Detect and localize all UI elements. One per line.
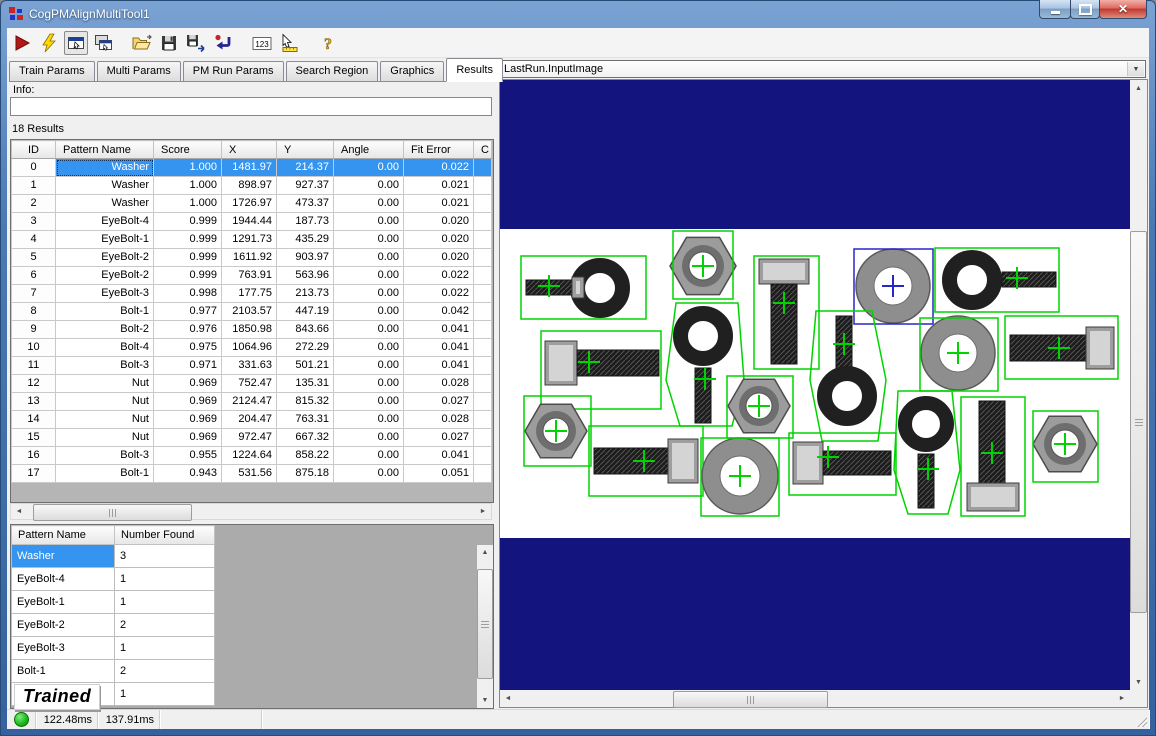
results-grid[interactable]: IDPattern NameScoreXYAngleFit ErrorC0Was… (10, 139, 494, 503)
info-field[interactable] (10, 97, 492, 116)
status-bar: 122.48ms 137.91ms (7, 709, 1149, 729)
results-row[interactable]: 4EyeBolt-10.9991291.73435.290.000.020 (12, 231, 492, 249)
scroll-thumb[interactable] (477, 569, 493, 679)
results-row[interactable]: 9Bolt-20.9761850.98843.660.000.041 (12, 321, 492, 339)
status-total-time: 137.91ms (98, 710, 160, 729)
app-icon (9, 7, 24, 22)
results-row[interactable]: 3EyeBolt-40.9991944.44187.730.000.020 (12, 213, 492, 231)
minimize-icon (1051, 11, 1060, 14)
open-file-icon[interactable] (130, 31, 154, 55)
summary-row[interactable]: EyeBolt-11 (12, 591, 215, 614)
results-column-header[interactable]: Angle (334, 141, 404, 159)
results-row[interactable]: 5EyeBolt-20.9991611.92903.970.000.020 (12, 249, 492, 267)
image-vscrollbar[interactable]: ▲ ▼ (1130, 80, 1147, 690)
tab-train-params[interactable]: Train Params (9, 61, 95, 81)
title-bar[interactable]: CogPMAlignMultiTool1 ✕ (0, 0, 1156, 28)
scroll-left-icon[interactable]: ◄ (500, 690, 516, 707)
window-title: CogPMAlignMultiTool1 (29, 7, 150, 21)
results-row[interactable]: 7EyeBolt-30.998177.75213.730.000.022 (12, 285, 492, 303)
reset-icon[interactable] (211, 31, 235, 55)
results-row[interactable]: 12Nut0.969752.47135.310.000.028 (12, 375, 492, 393)
numeric-format-icon[interactable]: 123 (250, 31, 274, 55)
close-button[interactable]: ✕ (1099, 0, 1147, 19)
status-run-time: 122.48ms (36, 710, 98, 729)
image-display[interactable] (500, 80, 1130, 690)
show-image-icon[interactable] (64, 31, 88, 55)
tab-pm-run-params[interactable]: PM Run Params (183, 61, 284, 81)
results-hscrollbar[interactable]: ◄ ► (10, 503, 492, 520)
scrollbar-corner (1130, 690, 1147, 707)
window: CogPMAlignMultiTool1 ✕ 123 ? Train Param… (0, 0, 1156, 736)
info-label: Info: (13, 84, 34, 96)
client-area: 123 ? Train ParamsMulti ParamsPM Run Par… (7, 28, 1149, 729)
results-row[interactable]: 2Washer1.0001726.97473.370.000.021 (12, 195, 492, 213)
summary-column-header[interactable]: Pattern Name (12, 526, 115, 545)
scroll-right-icon[interactable]: ► (475, 504, 491, 519)
summary-row[interactable]: EyeBolt-31 (12, 637, 215, 660)
svg-text:123: 123 (255, 39, 269, 48)
summary-grid[interactable]: Pattern NameNumber FoundWasher3EyeBolt-4… (10, 524, 494, 709)
save-icon[interactable] (157, 31, 181, 55)
toolbar: 123 ? (7, 28, 1149, 58)
image-selector[interactable]: LastRun.InputImage ▼ (499, 60, 1146, 78)
chevron-down-icon[interactable]: ▼ (1127, 62, 1144, 76)
results-row[interactable]: 6EyeBolt-20.999763.91563.960.000.022 (12, 267, 492, 285)
results-row[interactable]: 16Bolt-30.9551224.64858.220.000.041 (12, 447, 492, 465)
results-column-header[interactable]: Score (154, 141, 222, 159)
save-as-icon[interactable] (184, 31, 208, 55)
summary-vscrollbar[interactable]: ▲ ▼ (477, 545, 493, 708)
tab-strip: Train ParamsMulti ParamsPM Run ParamsSea… (9, 58, 497, 82)
results-row[interactable]: 11Bolt-30.971331.63501.210.000.041 (12, 357, 492, 375)
image-hscrollbar[interactable]: ◄ ► (500, 690, 1130, 707)
scroll-left-icon[interactable]: ◄ (11, 504, 27, 519)
scroll-thumb[interactable] (673, 691, 828, 708)
results-count-label: 18 Results (12, 123, 64, 135)
tab-results[interactable]: Results (446, 58, 503, 82)
summary-row[interactable]: EyeBolt-22 (12, 614, 215, 637)
results-column-header[interactable]: Pattern Name (56, 141, 154, 159)
measure-icon[interactable] (277, 31, 301, 55)
scroll-thumb[interactable] (33, 504, 192, 521)
tab-graphics[interactable]: Graphics (380, 61, 444, 81)
results-column-header[interactable]: Y (277, 141, 334, 159)
scroll-thumb[interactable] (1130, 231, 1147, 613)
scroll-right-icon[interactable]: ► (1114, 690, 1130, 707)
status-indicator (14, 712, 29, 727)
tab-search-region[interactable]: Search Region (286, 61, 379, 81)
run-icon[interactable] (10, 31, 34, 55)
scroll-down-icon[interactable]: ▼ (477, 693, 493, 708)
results-column-header[interactable]: Fit Error (404, 141, 474, 159)
results-row[interactable]: 10Bolt-40.9751064.96272.290.000.041 (12, 339, 492, 357)
results-row[interactable]: 14Nut0.969204.47763.310.000.028 (12, 411, 492, 429)
results-row[interactable]: 0Washer1.0001481.97214.370.000.022 (12, 159, 492, 177)
results-column-header[interactable]: C (474, 141, 492, 159)
summary-row[interactable]: Bolt-12 (12, 660, 215, 683)
results-row[interactable]: 13Nut0.9692124.47815.320.000.027 (12, 393, 492, 411)
minimize-button[interactable] (1039, 0, 1071, 19)
resize-grip[interactable] (1134, 714, 1147, 727)
results-row[interactable]: 17Bolt-10.943531.56875.180.000.051 (12, 465, 492, 483)
results-row[interactable]: 8Bolt-10.9772103.57447.190.000.042 (12, 303, 492, 321)
summary-row[interactable]: Washer3 (12, 545, 215, 568)
maximize-icon (1079, 4, 1092, 15)
float-image-icon[interactable] (91, 31, 115, 55)
close-icon: ✕ (1118, 2, 1128, 16)
help-icon[interactable]: ? (316, 31, 340, 55)
results-column-header[interactable]: ID (12, 141, 56, 159)
summary-column-header[interactable]: Number Found (115, 526, 215, 545)
results-row[interactable]: 1Washer1.000898.97927.370.000.021 (12, 177, 492, 195)
trained-badge: Trained (14, 684, 100, 710)
scroll-up-icon[interactable]: ▲ (477, 545, 493, 560)
summary-row[interactable]: EyeBolt-41 (12, 568, 215, 591)
image-viewport: ▲ ▼ ◄ ► (499, 79, 1148, 708)
scroll-down-icon[interactable]: ▼ (1130, 674, 1147, 690)
scroll-up-icon[interactable]: ▲ (1130, 80, 1147, 96)
live-run-icon[interactable] (37, 31, 61, 55)
results-column-header[interactable]: X (222, 141, 277, 159)
maximize-button[interactable] (1070, 0, 1100, 19)
results-row[interactable]: 15Nut0.969972.47667.320.000.027 (12, 429, 492, 447)
image-selector-value: LastRun.InputImage (504, 63, 603, 75)
tab-multi-params[interactable]: Multi Params (97, 61, 181, 81)
svg-text:?: ? (324, 36, 332, 53)
